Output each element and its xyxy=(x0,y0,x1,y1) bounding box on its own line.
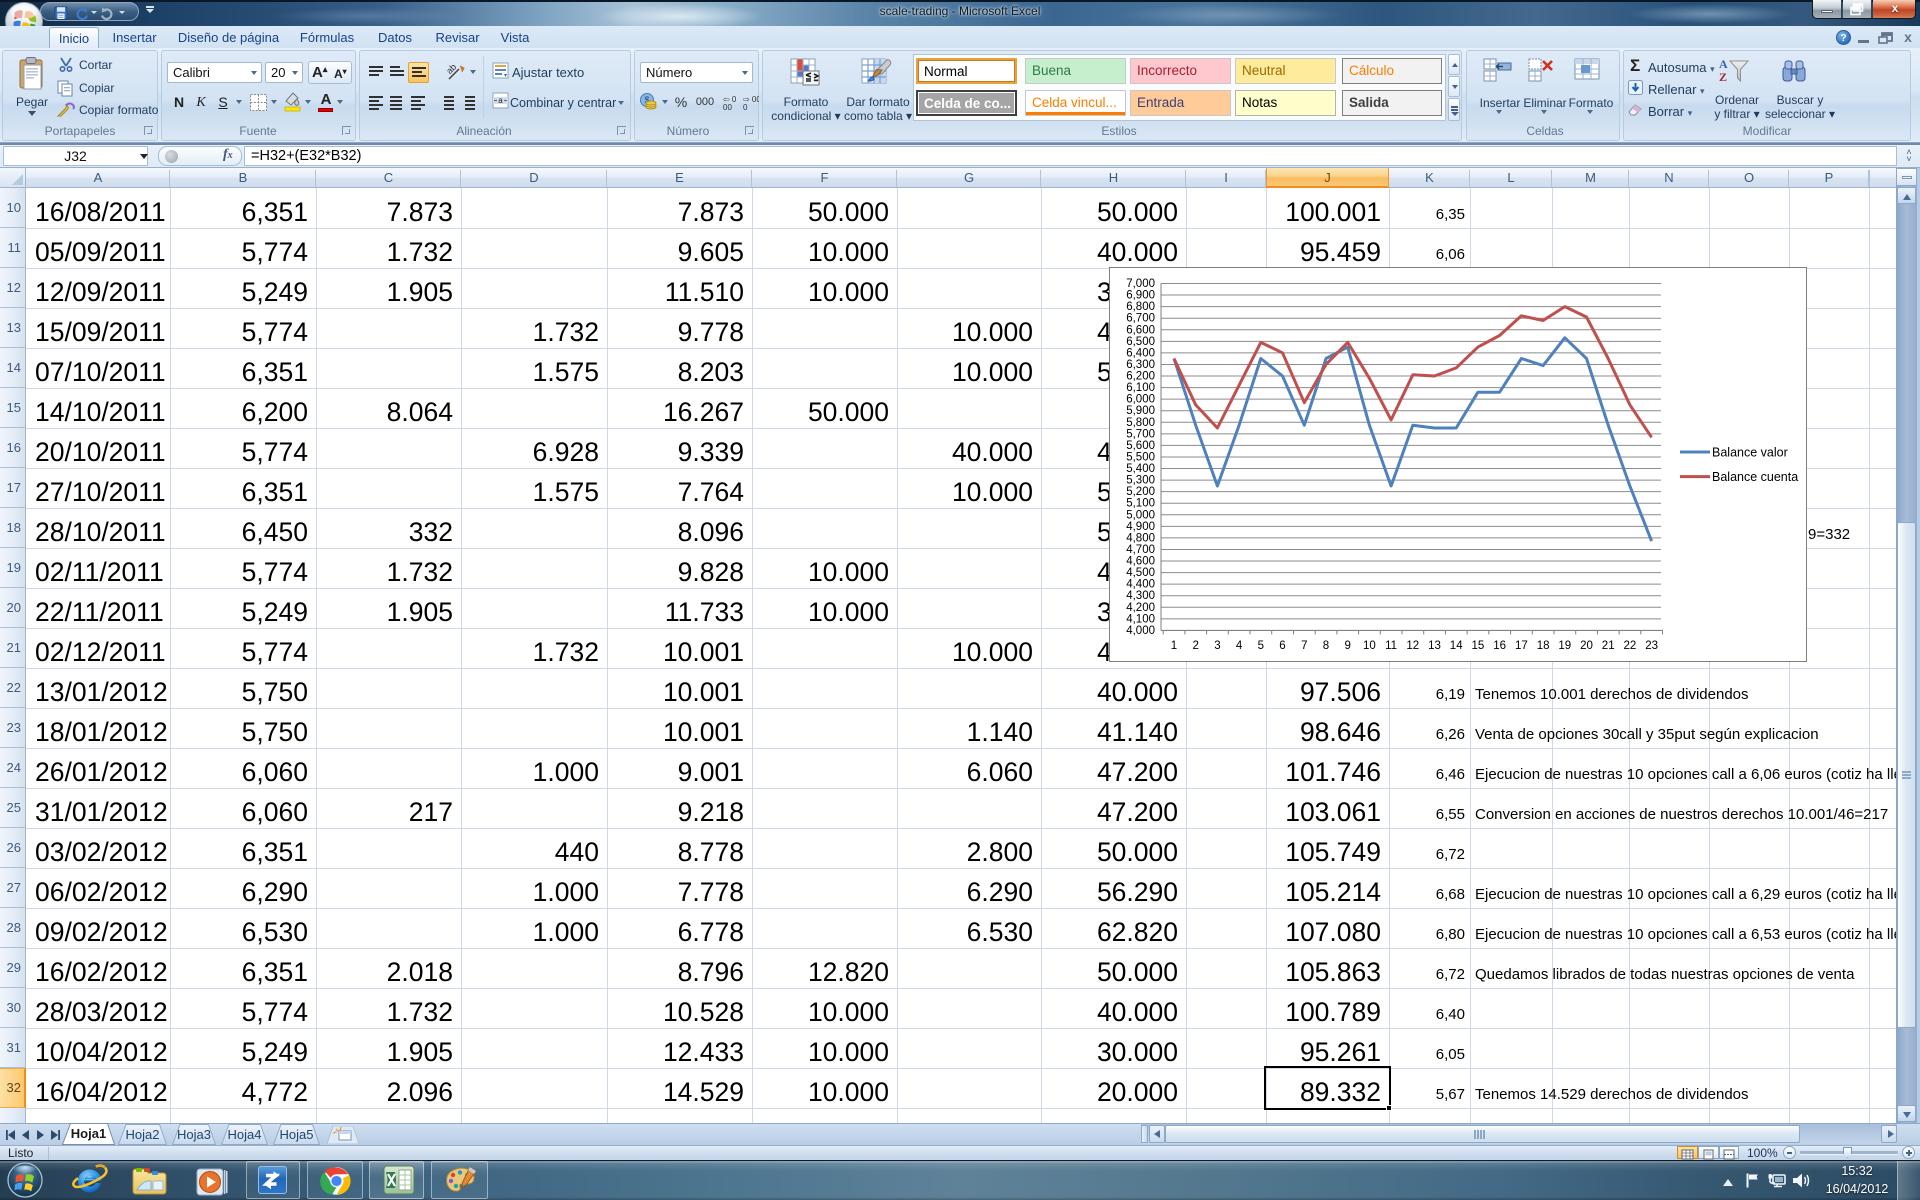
svg-text:5: 5 xyxy=(1258,640,1264,652)
svg-text:5,100: 5,100 xyxy=(1126,498,1155,510)
svg-text:4,000: 4,000 xyxy=(1126,625,1155,637)
svg-text:6,600: 6,600 xyxy=(1126,324,1155,336)
svg-text:3: 3 xyxy=(1214,640,1220,652)
svg-text:5,300: 5,300 xyxy=(1126,475,1155,487)
svg-text:23: 23 xyxy=(1645,640,1658,652)
svg-text:4,300: 4,300 xyxy=(1126,590,1155,602)
svg-text:16: 16 xyxy=(1493,640,1506,652)
svg-text:Z: Z xyxy=(1719,70,1727,84)
svg-text:4,700: 4,700 xyxy=(1126,544,1155,556)
svg-text:18: 18 xyxy=(1537,640,1550,652)
svg-text:6,400: 6,400 xyxy=(1126,347,1155,359)
svg-text:7,000: 7,000 xyxy=(1126,278,1155,290)
svg-text:Balance valor: Balance valor xyxy=(1712,446,1788,460)
svg-text:19: 19 xyxy=(1558,640,1571,652)
svg-text:10: 10 xyxy=(1363,640,1376,652)
svg-text:6,100: 6,100 xyxy=(1126,382,1155,394)
svg-text:4,600: 4,600 xyxy=(1126,556,1155,568)
svg-text:22: 22 xyxy=(1624,640,1637,652)
svg-text:2: 2 xyxy=(1192,640,1198,652)
svg-text:4,900: 4,900 xyxy=(1126,521,1155,533)
svg-text:4,500: 4,500 xyxy=(1126,567,1155,579)
svg-text:6,700: 6,700 xyxy=(1126,313,1155,325)
svg-text:9: 9 xyxy=(1344,640,1350,652)
svg-text:20: 20 xyxy=(1580,640,1593,652)
svg-text:6,900: 6,900 xyxy=(1126,290,1155,302)
svg-text:4,100: 4,100 xyxy=(1126,613,1155,625)
svg-text:6,200: 6,200 xyxy=(1126,371,1155,383)
svg-text:5,900: 5,900 xyxy=(1126,405,1155,417)
svg-text:15: 15 xyxy=(1472,640,1485,652)
svg-text:5,600: 5,600 xyxy=(1126,440,1155,452)
svg-text:12: 12 xyxy=(1406,640,1419,652)
svg-text:21: 21 xyxy=(1602,640,1615,652)
svg-text:5,700: 5,700 xyxy=(1126,428,1155,440)
svg-text:8: 8 xyxy=(1323,640,1329,652)
svg-text:00: 00 xyxy=(723,103,732,112)
svg-text:5,400: 5,400 xyxy=(1126,463,1155,475)
svg-text:6: 6 xyxy=(1279,640,1285,652)
svg-text:17: 17 xyxy=(1515,640,1528,652)
svg-text:4,400: 4,400 xyxy=(1126,579,1155,591)
svg-text:14: 14 xyxy=(1450,640,1463,652)
svg-text:4,800: 4,800 xyxy=(1126,532,1155,544)
svg-text:11: 11 xyxy=(1385,640,1397,652)
svg-text:0: 0 xyxy=(743,103,748,112)
svg-text:4,200: 4,200 xyxy=(1126,602,1155,614)
svg-text:5,000: 5,000 xyxy=(1126,509,1155,521)
svg-text:?: ? xyxy=(1840,33,1846,44)
svg-text:5,500: 5,500 xyxy=(1126,452,1155,464)
svg-text:5,800: 5,800 xyxy=(1126,417,1155,429)
svg-text:A: A xyxy=(1719,57,1728,71)
svg-text:1: 1 xyxy=(1171,640,1177,652)
svg-text:6,300: 6,300 xyxy=(1126,359,1155,371)
svg-text:6,800: 6,800 xyxy=(1126,301,1155,313)
svg-text:13: 13 xyxy=(1428,640,1441,652)
svg-text:6,000: 6,000 xyxy=(1126,394,1155,406)
svg-text:6,500: 6,500 xyxy=(1126,336,1155,348)
svg-text:ab: ab xyxy=(446,63,458,76)
svg-text:4: 4 xyxy=(1236,640,1243,652)
svg-text:a: a xyxy=(498,96,503,105)
svg-text:7: 7 xyxy=(1301,640,1307,652)
svg-text:Balance cuenta: Balance cuenta xyxy=(1712,470,1798,484)
svg-text:5,200: 5,200 xyxy=(1126,486,1155,498)
